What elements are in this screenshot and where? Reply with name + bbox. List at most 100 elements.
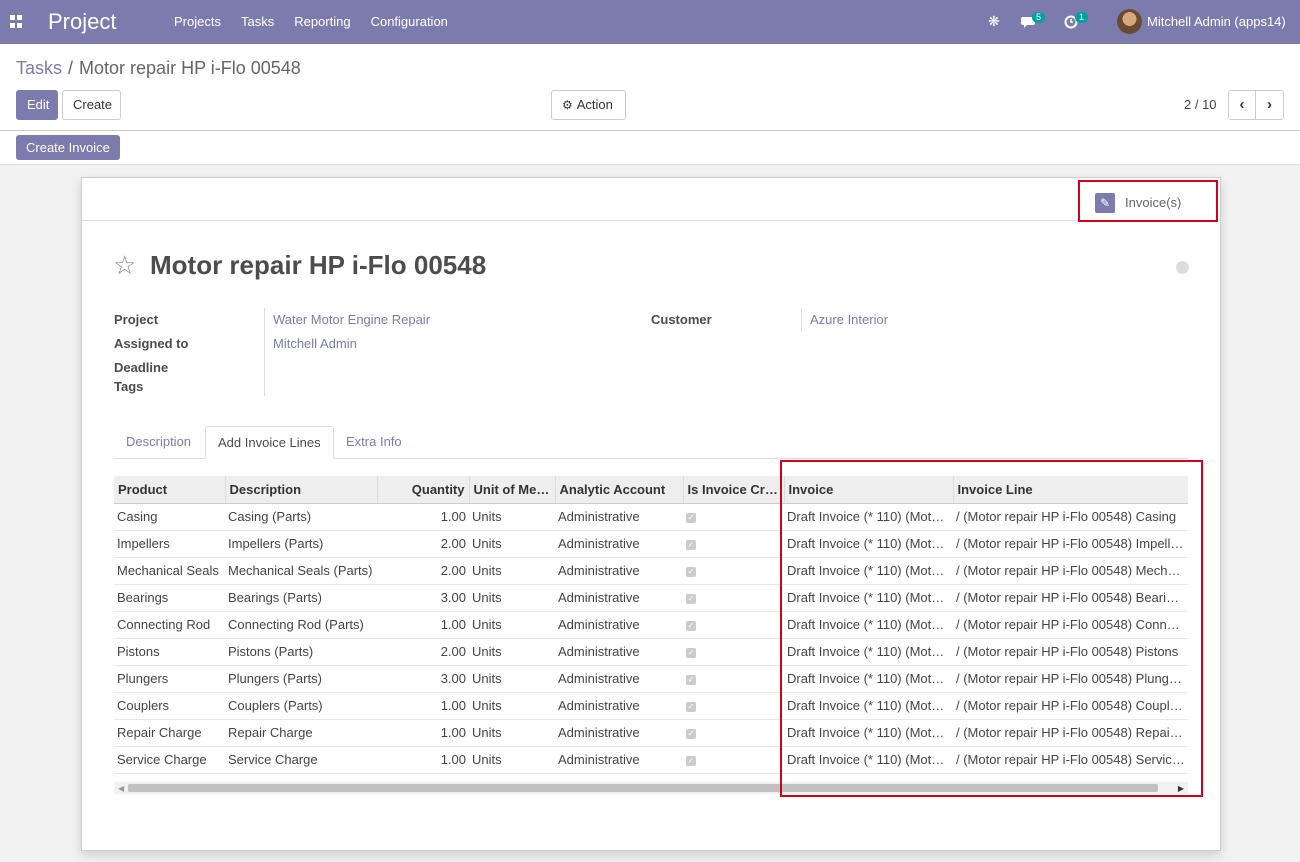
product-cell[interactable]: Bearings — [114, 584, 225, 611]
is-invoice-created-cell[interactable]: ✓ — [683, 584, 784, 611]
uom-cell[interactable]: Units — [469, 692, 555, 719]
pager-next-button[interactable]: › — [1255, 90, 1284, 120]
scroll-right-icon[interactable]: ▶ — [1178, 784, 1184, 793]
product-cell[interactable]: Pistons — [114, 638, 225, 665]
analytic-account-cell[interactable]: Administrative — [555, 557, 683, 584]
table-row[interactable]: Impellers Impellers (Parts) 2.00 Units Admin… — [114, 530, 1188, 557]
is-invoice-created-cell[interactable]: ✓ — [683, 719, 784, 746]
create-button[interactable]: Create — [62, 90, 121, 120]
invoice-cell[interactable]: Draft Invoice (* 110) (Motor repair HP i… — [784, 638, 953, 665]
invoice-cell[interactable]: Draft Invoice (* 110) (Motor repair HP i… — [784, 692, 953, 719]
tab-extra-info[interactable]: Extra Info — [334, 426, 414, 459]
is-invoice-created-cell[interactable]: ✓ — [683, 638, 784, 665]
menu-item-reporting[interactable]: Reporting — [284, 0, 360, 44]
tab-add-invoice-lines[interactable]: Add Invoice Lines — [205, 426, 334, 459]
app-name[interactable]: Project — [48, 9, 116, 35]
uom-cell[interactable]: Units — [469, 503, 555, 530]
column-header-analytic-account[interactable]: Analytic Account — [554, 476, 683, 504]
column-header-description[interactable]: Description — [224, 476, 377, 504]
table-row[interactable]: Couplers Couplers (Parts) 1.00 Units Adminis… — [114, 692, 1188, 719]
pager-previous-button[interactable]: ‹ — [1228, 90, 1256, 120]
invoice-line-cell[interactable]: / (Motor repair HP i-Flo 00548) Bearings — [953, 584, 1188, 611]
uom-cell[interactable]: Units — [469, 611, 555, 638]
menu-item-tasks[interactable]: Tasks — [231, 0, 284, 44]
quantity-cell[interactable]: 1.00 — [377, 611, 469, 638]
breadcrumb-tasks-link[interactable]: Tasks — [16, 58, 62, 78]
description-cell[interactable]: Couplers (Parts) — [225, 692, 377, 719]
product-cell[interactable]: Couplers — [114, 692, 225, 719]
column-header-product[interactable]: Product — [114, 476, 225, 504]
uom-cell[interactable]: Units — [469, 557, 555, 584]
is-invoice-created-cell[interactable]: ✓ — [683, 557, 784, 584]
table-row[interactable]: Service Charge Service Charge 1.00 Units Adm… — [114, 746, 1188, 773]
is-invoice-created-cell[interactable]: ✓ — [683, 611, 784, 638]
quantity-cell[interactable]: 3.00 — [377, 665, 469, 692]
product-cell[interactable]: Plungers — [114, 665, 225, 692]
uom-cell[interactable]: Units — [469, 746, 555, 773]
edit-button[interactable]: Edit — [16, 90, 58, 120]
description-cell[interactable]: Connecting Rod (Parts) — [225, 611, 377, 638]
invoice-line-cell[interactable]: / (Motor repair HP i-Flo 00548) Couplers — [953, 692, 1188, 719]
is-invoice-created-cell[interactable]: ✓ — [683, 530, 784, 557]
product-cell[interactable]: Service Charge — [114, 746, 225, 773]
analytic-account-cell[interactable]: Administrative — [555, 665, 683, 692]
analytic-account-cell[interactable]: Administrative — [555, 503, 683, 530]
is-invoice-created-cell[interactable]: ✓ — [683, 665, 784, 692]
quantity-cell[interactable]: 1.00 — [377, 719, 469, 746]
product-cell[interactable]: Connecting Rod — [114, 611, 225, 638]
column-header-invoice-line[interactable]: Invoice Line — [952, 476, 1188, 504]
pager-value[interactable]: 2 / 10 — [1184, 97, 1217, 112]
invoice-line-cell[interactable]: / (Motor repair HP i-Flo 00548) Connecti… — [953, 611, 1188, 638]
column-header-invoice[interactable]: Invoice — [783, 476, 953, 504]
activities-menu[interactable]: 1 — [1064, 12, 1094, 32]
uom-cell[interactable]: Units — [469, 665, 555, 692]
description-cell[interactable]: Plungers (Parts) — [225, 665, 377, 692]
table-row[interactable]: Casing Casing (Parts) 1.00 Units Administrat… — [114, 503, 1188, 530]
quantity-cell[interactable]: 1.00 — [377, 692, 469, 719]
invoice-cell[interactable]: Draft Invoice (* 110) (Motor repair HP i… — [784, 503, 953, 530]
column-header-is-invoice-created[interactable]: Is Invoice Created — [682, 476, 784, 504]
quantity-cell[interactable]: 1.00 — [377, 746, 469, 773]
table-row[interactable]: Plungers Plungers (Parts) 3.00 Units Adminis… — [114, 665, 1188, 692]
product-cell[interactable]: Casing — [114, 503, 225, 530]
description-cell[interactable]: Casing (Parts) — [225, 503, 377, 530]
create-invoice-button[interactable]: Create Invoice — [16, 135, 120, 160]
bug-icon[interactable]: ❋ — [988, 13, 1000, 30]
product-cell[interactable]: Mechanical Seals — [114, 557, 225, 584]
kanban-state-indicator[interactable] — [1176, 261, 1189, 274]
invoice-cell[interactable]: Draft Invoice (* 110) (Motor repair HP i… — [784, 611, 953, 638]
customer-value[interactable]: Azure Interior — [810, 312, 888, 327]
analytic-account-cell[interactable]: Administrative — [555, 692, 683, 719]
invoice-cell[interactable]: Draft Invoice (* 110) (Motor repair HP i… — [784, 584, 953, 611]
is-invoice-created-cell[interactable]: ✓ — [683, 503, 784, 530]
invoice-cell[interactable]: Draft Invoice (* 110) (Motor repair HP i… — [784, 665, 953, 692]
invoice-line-cell[interactable]: / (Motor repair HP i-Flo 00548) Impeller… — [953, 530, 1188, 557]
invoice-line-cell[interactable]: / (Motor repair HP i-Flo 00548) Casing — [953, 503, 1188, 530]
scrollbar-thumb[interactable] — [128, 784, 1158, 792]
description-cell[interactable]: Service Charge — [225, 746, 377, 773]
table-row[interactable]: Repair Charge Repair Charge 1.00 Units Admin… — [114, 719, 1188, 746]
analytic-account-cell[interactable]: Administrative — [555, 530, 683, 557]
invoice-line-cell[interactable]: / (Motor repair HP i-Flo 00548) Mechanic… — [953, 557, 1188, 584]
is-invoice-created-cell[interactable]: ✓ — [683, 692, 784, 719]
analytic-account-cell[interactable]: Administrative — [555, 611, 683, 638]
table-row[interactable]: Mechanical Seals Mechanical Seals (Parts)… — [114, 557, 1188, 584]
quantity-cell[interactable]: 2.00 — [377, 557, 469, 584]
project-value[interactable]: Water Motor Engine Repair — [273, 312, 430, 327]
quantity-cell[interactable]: 1.00 — [377, 503, 469, 530]
invoice-line-cell[interactable]: / (Motor repair HP i-Flo 00548) Repair C… — [953, 719, 1188, 746]
table-row[interactable]: Bearings Bearings (Parts) 3.00 Units Adminis… — [114, 584, 1188, 611]
horizontal-scrollbar[interactable]: ◀ ▶ — [114, 782, 1188, 794]
invoice-line-cell[interactable]: / (Motor repair HP i-Flo 00548) Pistons — [953, 638, 1188, 665]
description-cell[interactable]: Pistons (Parts) — [225, 638, 377, 665]
table-row[interactable]: Pistons Pistons (Parts) 2.00 Units Administr… — [114, 638, 1188, 665]
is-invoice-created-cell[interactable]: ✓ — [683, 746, 784, 773]
apps-icon[interactable] — [10, 15, 23, 28]
product-cell[interactable]: Impellers — [114, 530, 225, 557]
quantity-cell[interactable]: 3.00 — [377, 584, 469, 611]
column-header-quantity[interactable]: Quantity — [376, 476, 469, 504]
analytic-account-cell[interactable]: Administrative — [555, 746, 683, 773]
uom-cell[interactable]: Units — [469, 530, 555, 557]
description-cell[interactable]: Repair Charge — [225, 719, 377, 746]
quantity-cell[interactable]: 2.00 — [377, 638, 469, 665]
